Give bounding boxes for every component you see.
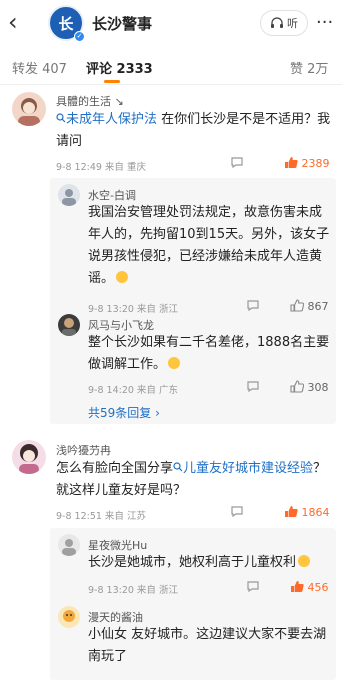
username[interactable]: 星夜微光Hu (88, 537, 147, 553)
comment-icon (247, 300, 259, 312)
verified-icon: ✓ (74, 31, 85, 42)
username[interactable]: 具體的生活 ↘ (56, 93, 124, 109)
username[interactable]: 漫天的酱油 (88, 609, 143, 625)
top-bar: ‹ 长 ✓ 长沙警事 听 ··· (0, 0, 342, 52)
avatar[interactable] (58, 314, 80, 336)
like-button[interactable]: 308 (290, 380, 329, 394)
like-button[interactable]: 456 (290, 580, 329, 594)
like-count: 1864 (301, 506, 330, 519)
comment-text: 怎么有脸向全国分享 儿童友好城市建设经验？就这样儿童友好是吗？ (56, 461, 327, 498)
avatar[interactable] (58, 534, 80, 556)
listen-label: 听 (287, 17, 298, 30)
avatar[interactable] (12, 92, 46, 126)
divider (0, 84, 342, 85)
listen-button[interactable]: 听 (260, 10, 308, 36)
account-title[interactable]: 长沙警事 (92, 13, 152, 34)
comment-icon (247, 581, 259, 593)
tab-comments[interactable]: 评论 2333 (86, 58, 153, 77)
emoji-icon (298, 555, 311, 567)
avatar[interactable] (58, 606, 80, 628)
comment-text: 长沙是她城市，她权利高于儿童权利 (88, 552, 332, 574)
like-count: 867 (307, 300, 329, 313)
topic-link[interactable]: 未成年人保护法 (56, 112, 157, 127)
comment-text: 整个长沙如果有二千名差佬，1888名主要做调解工作。 (88, 335, 330, 372)
like-count: 456 (307, 581, 329, 594)
username-text: 具體的生活 (56, 95, 111, 108)
comment-meta: 9-8 13:20 来自 浙江 (88, 585, 178, 596)
comment-text: 未成年人保护法 在你们长沙是不是不适用？我请问 (56, 112, 331, 149)
comment-meta: 9-8 12:49 来自 重庆 (56, 162, 146, 173)
tab-bar: 转发 407 评论 2333 赞 2万 (0, 52, 342, 83)
active-tab-indicator (104, 80, 120, 83)
headphones-icon (271, 17, 283, 28)
more-icon[interactable]: ··· (316, 12, 333, 33)
thumb-up-icon (291, 581, 304, 592)
avatar[interactable] (12, 440, 46, 474)
user-tag: ↘ (114, 95, 124, 108)
thumb-up-icon (290, 299, 304, 312)
reply-button[interactable] (246, 299, 260, 315)
thumb-up-icon (285, 506, 298, 517)
reply-button[interactable] (230, 156, 244, 172)
back-arrow-icon[interactable]: ‹ (8, 10, 30, 36)
search-link-icon (56, 113, 66, 123)
comment-text: 小仙女 友好城市。这边建议大家不要去湖南玩了 (88, 627, 327, 664)
reply-button[interactable] (246, 580, 260, 596)
comment-meta: 9-8 13:20 来自 浙江 (88, 304, 178, 315)
reply-button[interactable] (246, 380, 260, 396)
like-button[interactable]: 2389 (284, 156, 330, 170)
comment-text: 我国治安管理处罚法规定，故意伤害未成年人的，先拘留10到15天。另外，该女子说男… (88, 205, 330, 286)
reply-button[interactable] (230, 505, 244, 521)
thumb-up-icon (285, 157, 298, 168)
comment-meta: 9-8 12:51 来自 江苏 (56, 511, 146, 522)
search-link-icon (173, 462, 183, 472)
comment-icon (231, 157, 243, 169)
emoji-icon (116, 271, 129, 283)
topic-link[interactable]: 儿童友好城市建设经验 (173, 461, 313, 476)
comment-meta: 9-8 14:20 来自 广东 (88, 385, 178, 396)
thumb-up-icon (290, 380, 304, 393)
username[interactable]: 风马与小飞龙 (88, 317, 154, 333)
avatar[interactable] (58, 184, 80, 206)
emoji-icon (168, 357, 181, 369)
tab-likes[interactable]: 赞 2万 (290, 58, 328, 77)
like-count: 308 (307, 381, 329, 394)
like-button[interactable]: 1864 (284, 505, 330, 519)
comment-icon (247, 381, 259, 393)
tab-repost[interactable]: 转发 407 (12, 58, 67, 77)
like-button[interactable]: 867 (290, 299, 329, 313)
username[interactable]: 浅吟獶芀冉 (56, 442, 111, 458)
like-count: 2389 (301, 157, 330, 170)
more-replies-link[interactable]: 共59条回复 › (88, 404, 160, 421)
username[interactable]: 水空-白调 (88, 187, 136, 203)
comment-icon (231, 506, 243, 518)
